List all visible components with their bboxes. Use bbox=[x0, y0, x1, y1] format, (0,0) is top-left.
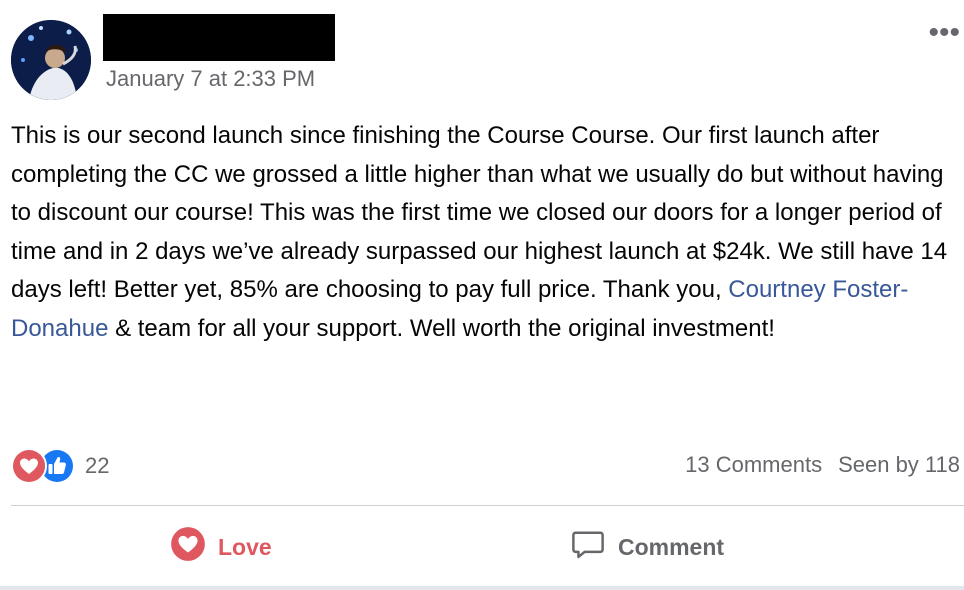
post-bottom-border bbox=[0, 586, 964, 590]
seen-by-count[interactable]: Seen by 118 bbox=[838, 452, 960, 478]
avatar[interactable] bbox=[11, 20, 91, 100]
comment-button-label: Comment bbox=[618, 533, 725, 560]
love-reaction-icon bbox=[11, 448, 47, 484]
post-actions: Love Comment bbox=[0, 508, 964, 586]
post-stats: 13 Comments Seen by 118 bbox=[685, 452, 960, 478]
more-options-icon[interactable]: ••• bbox=[928, 18, 960, 48]
reactions-summary[interactable]: 22 bbox=[11, 448, 109, 484]
reaction-count: 22 bbox=[85, 453, 110, 478]
love-button[interactable]: Love bbox=[170, 508, 272, 586]
love-icon bbox=[170, 526, 206, 568]
love-button-label: Love bbox=[218, 533, 272, 560]
post-text-part-2: & team for all your support. Well worth … bbox=[108, 314, 775, 342]
post-timestamp[interactable]: January 7 at 2:33 PM bbox=[106, 66, 315, 92]
comments-count-link[interactable]: 13 Comments bbox=[685, 452, 822, 478]
comment-button[interactable]: Comment bbox=[570, 508, 724, 586]
facebook-post: January 7 at 2:33 PM ••• This is our sec… bbox=[0, 0, 964, 590]
divider bbox=[11, 505, 964, 506]
comment-icon bbox=[570, 526, 606, 568]
post-body: This is our second launch since finishin… bbox=[11, 117, 956, 349]
author-name-redacted[interactable] bbox=[103, 14, 335, 61]
